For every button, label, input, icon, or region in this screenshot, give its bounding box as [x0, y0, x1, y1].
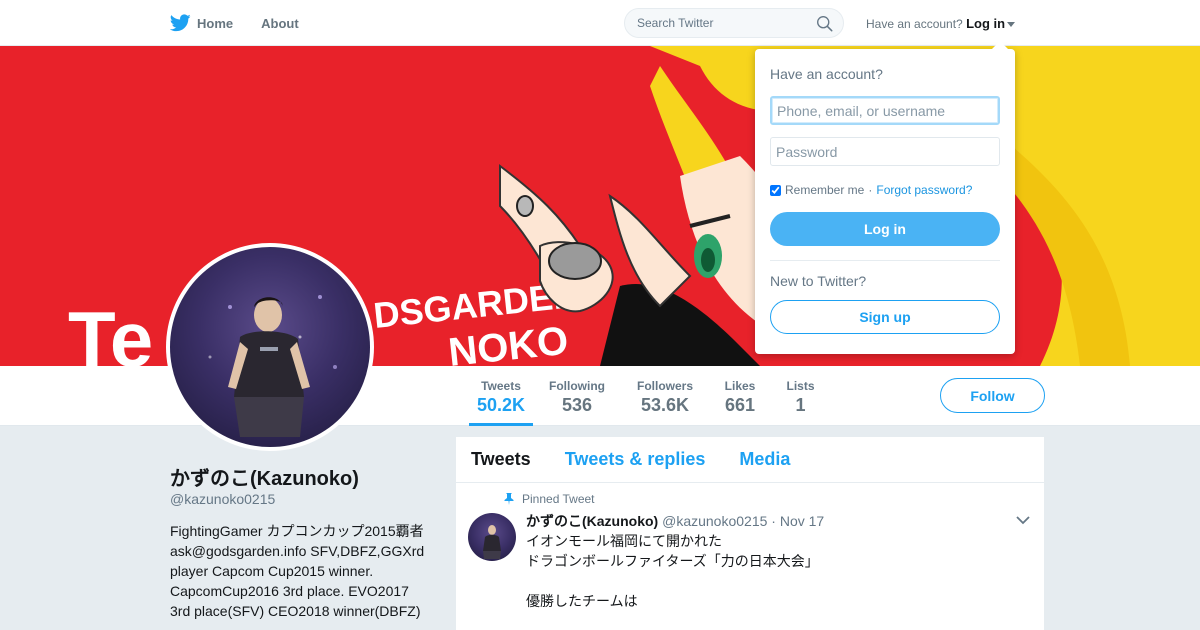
stat-following-value: 536	[561, 395, 593, 415]
timeline: Tweets Tweets & replies Media Pinned Twe…	[456, 437, 1044, 630]
stat-likes[interactable]: Likes 661	[724, 366, 756, 426]
timeline-tabs: Tweets Tweets & replies Media	[456, 437, 1044, 483]
avatar-photo	[170, 247, 370, 447]
stat-followers[interactable]: Followers 53.6K	[636, 366, 694, 426]
avatar-figure	[208, 295, 337, 437]
signup-button[interactable]: Sign up	[770, 300, 1000, 334]
stat-lists-value: 1	[795, 395, 806, 415]
banner-text-left: Te	[68, 295, 153, 366]
tab-tweets-replies[interactable]: Tweets & replies	[565, 449, 706, 470]
remember-row: Remember me · Forgot password?	[770, 183, 972, 197]
profile-name: かずのこ(Kazunoko)	[170, 468, 359, 490]
stat-tweets-label: Tweets	[481, 379, 521, 393]
login-button[interactable]: Log in	[770, 212, 1000, 246]
password-field[interactable]	[770, 137, 1000, 166]
profile-handle[interactable]: @kazunoko0215	[170, 491, 275, 507]
about-link[interactable]: About	[261, 16, 299, 31]
stat-followers-value: 53.6K	[640, 395, 690, 415]
stat-following[interactable]: Following 536	[548, 366, 606, 426]
dropdown-arrow	[992, 41, 1008, 49]
remember-separator: ·	[868, 183, 873, 197]
stat-tweets[interactable]: Tweets 50.2K	[469, 366, 533, 426]
new-to-twitter-label: New to Twitter?	[770, 273, 867, 289]
chevron-down-icon[interactable]	[1016, 515, 1030, 525]
login-dropdown: Have an account? Remember me · Forgot pa…	[755, 41, 1015, 354]
stat-likes-value: 661	[724, 395, 756, 415]
tweet-timestamp[interactable]: · Nov 17	[771, 513, 824, 529]
stat-lists-label: Lists	[786, 379, 815, 393]
tweet-avatar-figure	[483, 525, 501, 559]
username-field[interactable]	[770, 96, 1000, 125]
follow-button[interactable]: Follow	[940, 378, 1045, 413]
login-dropdown-toggle[interactable]: Log in	[966, 16, 1016, 31]
nav-left: Home About	[170, 0, 299, 46]
tab-media[interactable]: Media	[739, 449, 790, 470]
home-label: Home	[197, 15, 234, 31]
remember-me-label: Remember me	[785, 183, 865, 197]
stat-tweets-value: 50.2K	[476, 395, 526, 415]
forgot-password-link[interactable]: Forgot password?	[876, 183, 972, 197]
search-box	[624, 8, 844, 38]
tweet-author-name[interactable]: かずのこ(Kazunoko)	[526, 513, 658, 529]
login-dropdown-title: Have an account?	[770, 66, 883, 82]
caret-down-icon	[1007, 22, 1016, 28]
tweet-avatar[interactable]	[468, 513, 516, 561]
tab-tweets[interactable]: Tweets	[471, 449, 531, 470]
stat-likes-label: Likes	[724, 379, 756, 393]
tweet-header: かずのこ(Kazunoko) @kazunoko0215 · Nov 17	[526, 511, 824, 531]
search-icon[interactable]	[816, 15, 833, 32]
profile-bio: FightingGamer カプコンカップ2015覇者 ask@godsgard…	[170, 523, 425, 619]
stat-following-label: Following	[549, 379, 605, 393]
twitter-bird-icon	[170, 14, 191, 32]
tweet-text: イオンモール福岡にて開かれた ドラゴンボールファイターズ「力の日本大会」 優勝し…	[526, 533, 819, 609]
stat-lists[interactable]: Lists 1	[786, 366, 815, 426]
pinned-tweet-context: Pinned Tweet	[504, 492, 595, 506]
login-link-label: Log in	[966, 16, 1006, 31]
account-area: Have an account? Log in	[866, 16, 1016, 31]
home-link[interactable]: Home	[170, 14, 233, 32]
top-nav-bar: Home About Have an account? Log in	[0, 0, 1200, 46]
account-prompt: Have an account?	[866, 17, 963, 31]
stat-followers-label: Followers	[636, 379, 693, 393]
tweet-author-handle[interactable]: @kazunoko0215	[662, 513, 767, 529]
remember-me-checkbox[interactable]	[770, 184, 781, 196]
profile-avatar[interactable]	[166, 243, 374, 451]
about-label: About	[261, 15, 299, 31]
pin-icon	[504, 493, 514, 505]
dropdown-divider	[770, 260, 1000, 261]
search-input[interactable]	[625, 9, 805, 37]
pinned-label: Pinned Tweet	[522, 492, 595, 506]
